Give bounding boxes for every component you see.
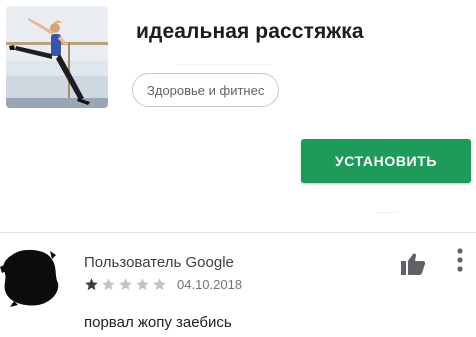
redacted-avatar-icon — [0, 249, 59, 307]
install-button[interactable]: УСТАНОВИТЬ — [301, 139, 471, 183]
separator-line — [176, 64, 272, 65]
star-icon — [135, 277, 150, 292]
ballet-stretch-image — [6, 6, 108, 108]
avatar — [0, 245, 60, 307]
star-icon — [152, 277, 167, 292]
star-icon — [118, 277, 133, 292]
more-vert-icon[interactable] — [452, 247, 468, 273]
star-icon — [84, 277, 99, 292]
app-icon[interactable] — [6, 6, 108, 108]
category-chip[interactable]: Здоровье и фитнес — [132, 73, 280, 107]
review-text: порвал жопу заебись — [84, 314, 232, 331]
app-title: идеальная расстяжка — [136, 20, 364, 43]
thumbs-up-icon[interactable] — [400, 252, 426, 276]
separator-line — [376, 212, 398, 213]
star-icon — [101, 277, 116, 292]
review-date: 04.10.2018 — [177, 276, 243, 292]
section-divider — [0, 232, 476, 233]
star-rating: 04.10.2018 — [84, 276, 242, 292]
reviewer-name: Пользователь Google — [84, 254, 234, 271]
